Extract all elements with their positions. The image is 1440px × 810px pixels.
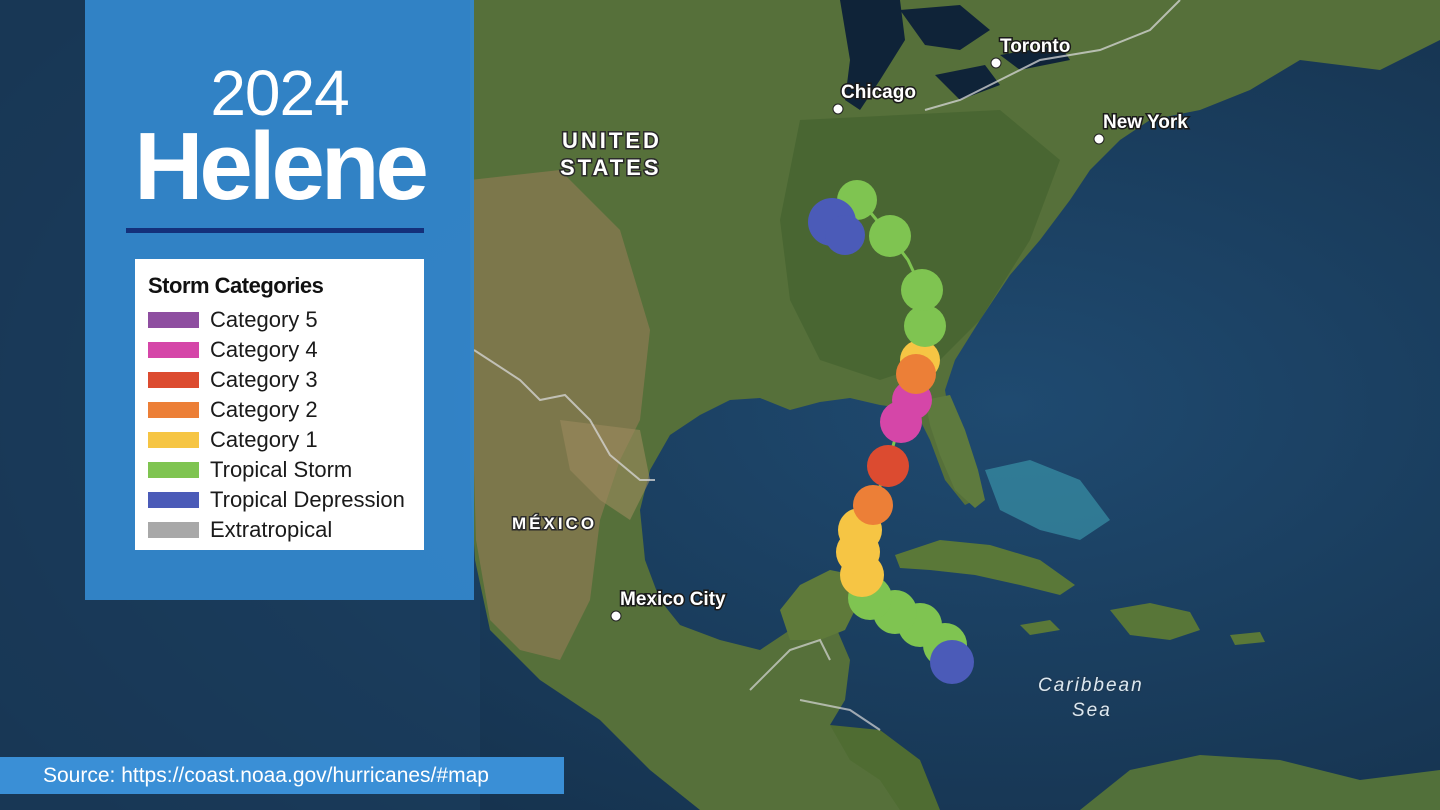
legend-item-category-1: Category 1 [148, 425, 424, 455]
legend-label: Tropical Depression [210, 487, 405, 512]
city-label-new-york: New York [1103, 112, 1188, 133]
legend-swatch [148, 402, 199, 418]
track-point [869, 215, 911, 257]
city-marker-new-york [1093, 133, 1105, 145]
legend-item-category-4: Category 4 [148, 335, 424, 365]
legend-label: Category 3 [210, 367, 318, 392]
legend-item-tropical-storm: Tropical Storm [148, 455, 424, 485]
legend-label: Category 1 [210, 427, 318, 452]
legend-label: Category 4 [210, 337, 318, 362]
legend-item-category-2: Category 2 [148, 395, 424, 425]
region-label-usa-line2: STATES [560, 155, 662, 180]
city-label-chicago: Chicago [841, 82, 916, 103]
legend-item-category-5: Category 5 [148, 305, 424, 335]
sea-label-line2: Sea [1072, 700, 1112, 721]
legend-swatch [148, 522, 199, 538]
track-point [853, 485, 893, 525]
legend-swatch [148, 312, 199, 328]
legend-swatch [148, 462, 199, 478]
city-label-toronto: Toronto [1000, 36, 1070, 57]
track-point [930, 640, 974, 684]
legend-swatch [148, 372, 199, 388]
source-caption: Source: https://coast.noaa.gov/hurricane… [0, 757, 564, 794]
legend-item-tropical-depression: Tropical Depression [148, 485, 424, 515]
legend-swatch [148, 492, 199, 508]
city-label-mexico-city: Mexico City [620, 589, 726, 610]
track-point [825, 215, 865, 255]
legend-label: Tropical Storm [210, 457, 353, 482]
track-point [904, 305, 946, 347]
city-marker-toronto [990, 57, 1002, 69]
track-point [901, 269, 943, 311]
legend-title: Storm Categories [148, 273, 324, 298]
legend-swatch [148, 342, 199, 358]
legend-label: Category 2 [210, 397, 318, 422]
track-point [867, 445, 909, 487]
track-point [896, 354, 936, 394]
legend-item-category-3: Category 3 [148, 365, 424, 395]
legend-item-extratropical: Extratropical [148, 515, 424, 545]
storm-name: Helene [134, 113, 429, 220]
legend-label: Category 5 [210, 307, 318, 332]
city-marker-mexico-city [610, 610, 622, 622]
city-marker-chicago [832, 103, 844, 115]
legend-swatch [148, 432, 199, 448]
title-underline [126, 228, 424, 233]
info-panel: 2024 Helene Storm Categories Category 5 … [85, 0, 474, 600]
legend-label: Extratropical [210, 517, 333, 542]
region-label-mexico: MÉXICO [512, 514, 597, 533]
region-label-usa-line1: UNITED [562, 128, 662, 153]
sea-label-line1: Caribbean [1038, 675, 1144, 696]
legend: Storm Categories Category 5 Category 4 C… [135, 259, 424, 550]
